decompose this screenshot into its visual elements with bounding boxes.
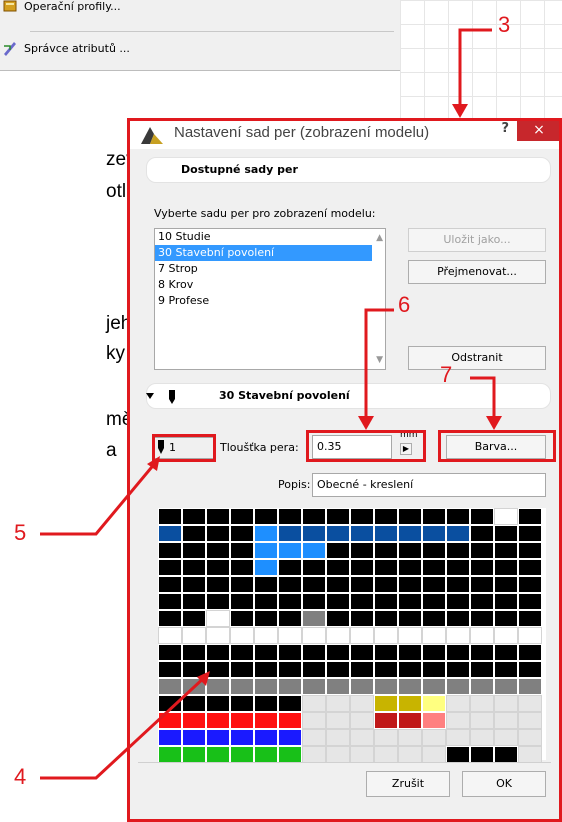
profile-icon: [3, 0, 17, 12]
annotation-box-color: [438, 430, 556, 462]
annotation-number: 5: [14, 520, 27, 545]
menu-item-label: Správce atributů ...: [24, 41, 130, 55]
annotation-number: 6: [398, 292, 411, 317]
annotation-number: 3: [498, 12, 511, 37]
attribute-manager-icon: [4, 42, 16, 56]
menu-item-label: Operační profily...: [24, 0, 121, 13]
annotation-box-thickness: [306, 430, 426, 462]
menu-separator: [30, 31, 394, 32]
annotation-box-dialog: [127, 118, 562, 822]
menu-item-operation-profiles[interactable]: Operační profily...: [0, 0, 121, 18]
app-menu-panel: Operační profily... Správce atributů ...: [0, 0, 401, 71]
menu-item-attribute-manager[interactable]: Správce atributů ...: [0, 36, 130, 60]
annotation-box-pen-number: [152, 434, 216, 462]
annotation-number: 7: [440, 362, 453, 387]
bg-text-line: a: [106, 440, 117, 461]
annotation-number: 4: [14, 764, 27, 789]
